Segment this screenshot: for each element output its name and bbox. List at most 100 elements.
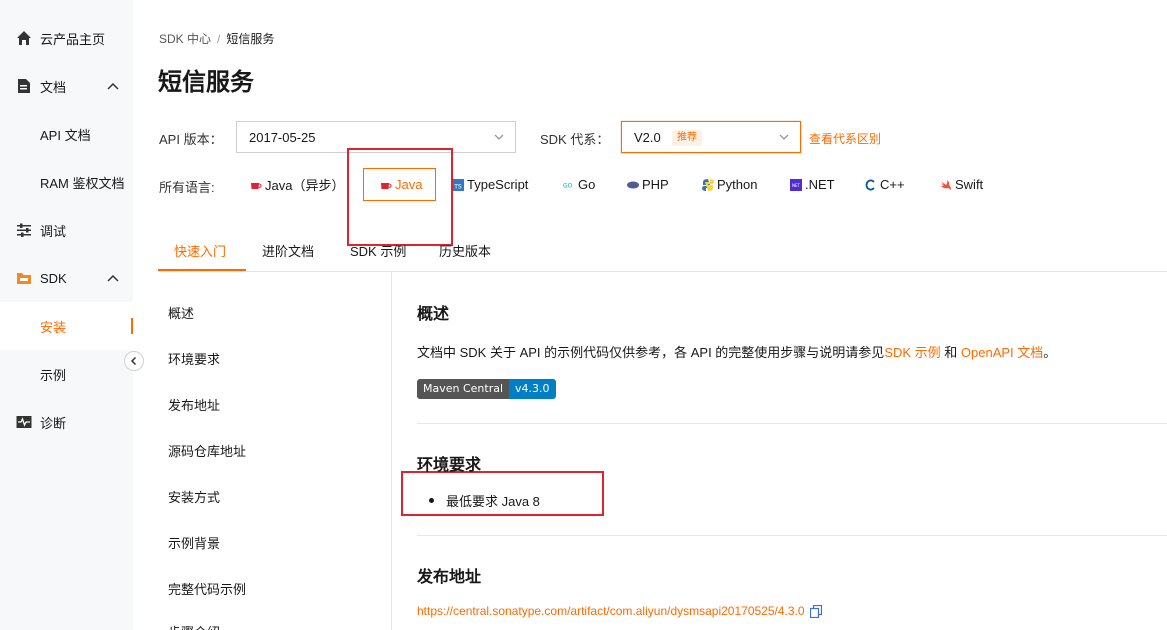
overview-text: 。	[1043, 345, 1057, 360]
lang-dotnet[interactable]: NET .NET	[790, 168, 835, 201]
toc-item[interactable]: 示例背景	[168, 533, 220, 552]
chevron-down-icon	[494, 134, 504, 140]
lang-go[interactable]: GO Go	[563, 168, 595, 201]
sidebar-item-label: 示例	[40, 367, 67, 383]
view-generation-diff-link[interactable]: 查看代系区别	[809, 130, 881, 147]
sidebar-item-label: 诊断	[40, 415, 67, 431]
badge-label: Maven Central	[417, 379, 510, 399]
tab-history-versions[interactable]: 历史版本	[439, 241, 491, 260]
languages-label: 所有语言:	[159, 180, 215, 195]
lang-label: C++	[880, 177, 905, 192]
breadcrumb-separator: /	[217, 32, 221, 46]
lang-label: Java（异步）	[265, 178, 345, 193]
lang-typescript[interactable]: TS TypeScript	[452, 168, 528, 201]
breadcrumb: SDK 中心 / 短信服务	[159, 30, 274, 47]
toc-item[interactable]: 概述	[168, 303, 194, 322]
openapi-docs-link[interactable]: OpenAPI 文档	[961, 345, 1043, 360]
swift-icon	[940, 179, 952, 191]
table-of-contents: 概述 环境要求 发布地址 源码仓库地址 安装方式 示例背景 完整代码示例 步骤介…	[158, 272, 392, 630]
svg-text:NET: NET	[792, 183, 801, 188]
sidebar-item-label: RAM 鉴权文档	[40, 175, 125, 191]
php-icon	[627, 179, 639, 191]
tab-bar: 快速入门 进阶文档 SDK 示例 历史版本	[158, 232, 1167, 272]
lang-java-async[interactable]: Java（异步）	[250, 168, 344, 201]
toc-item[interactable]: 步骤介绍	[168, 622, 220, 630]
sdk-generation-select[interactable]: V2.0 推荐	[621, 121, 801, 153]
svg-text:TS: TS	[453, 183, 462, 190]
sliders-icon	[15, 221, 33, 239]
sidebar-item-label: 文档	[40, 79, 67, 95]
overview-heading: 概述	[417, 306, 450, 323]
chevron-up-icon[interactable]	[106, 271, 120, 285]
tab-sdk-examples[interactable]: SDK 示例	[350, 241, 406, 260]
lang-python[interactable]: Python	[702, 168, 757, 201]
bullet-dot	[429, 498, 434, 503]
sidebar: 云产品主页 文档 API 文档 RAM 鉴权文档 调试 SDK 安装 示例 诊断	[0, 0, 133, 630]
breadcrumb-current: 短信服务	[226, 32, 275, 46]
sidebar-item-sdk[interactable]: SDK	[0, 254, 133, 302]
sdk-generation-value: V2.0	[634, 129, 661, 145]
python-icon	[702, 178, 714, 191]
env-heading: 环境要求	[417, 457, 482, 474]
sidebar-item-debug[interactable]: 调试	[0, 206, 133, 254]
lang-label: PHP	[642, 177, 669, 192]
chevron-down-icon	[779, 134, 789, 140]
overview-text: 文档中 SDK 关于 API 的示例代码仅供参考，各 API 的完整使用步骤与说…	[417, 345, 885, 360]
lang-label: TypeScript	[467, 177, 529, 192]
lang-php[interactable]: PHP	[627, 168, 669, 201]
sdk-examples-link[interactable]: SDK 示例	[884, 345, 940, 360]
sdk-folder-icon	[15, 269, 33, 287]
chevron-left-icon	[130, 356, 137, 366]
sidebar-item-label: 调试	[40, 223, 67, 239]
sidebar-item-label: SDK	[40, 270, 67, 286]
release-url-link[interactable]: https://central.sonatype.com/artifact/co…	[417, 604, 805, 618]
sdk-generation-label: SDK 代系：	[540, 132, 610, 147]
toc-item[interactable]: 完整代码示例	[168, 579, 246, 598]
api-version-value: 2017-05-25	[249, 129, 316, 145]
sidebar-item-label: 云产品主页	[40, 31, 106, 47]
release-url-row: https://central.sonatype.com/artifact/co…	[417, 604, 822, 618]
dotnet-icon: NET	[790, 178, 802, 191]
chevron-up-icon[interactable]	[106, 79, 120, 93]
sidebar-item-home[interactable]: 云产品主页	[0, 14, 133, 62]
list-item: 最低要求 Java 8	[429, 491, 540, 510]
lang-cpp[interactable]: C++	[865, 168, 905, 201]
section-divider	[417, 423, 1167, 424]
tab-advanced-docs[interactable]: 进阶文档	[262, 241, 314, 260]
cpp-icon	[865, 179, 877, 191]
sidebar-item-api-docs[interactable]: API 文档	[0, 110, 133, 158]
badge-version: v4.3.0	[509, 379, 556, 399]
sidebar-item-examples[interactable]: 示例	[0, 350, 133, 398]
sidebar-item-docs[interactable]: 文档	[0, 62, 133, 110]
sidebar-item-install[interactable]: 安装	[0, 302, 133, 350]
env-requirement-text: 最低要求 Java 8	[446, 494, 540, 509]
maven-central-badge[interactable]: Maven Central v4.3.0	[417, 379, 556, 399]
collapse-sidebar-button[interactable]	[124, 351, 144, 371]
breadcrumb-root-link[interactable]: SDK 中心	[159, 32, 211, 46]
release-heading: 发布地址	[417, 569, 482, 586]
toc-item[interactable]: 环境要求	[168, 349, 220, 368]
sidebar-item-label: API 文档	[40, 127, 91, 143]
active-tab-underline	[158, 269, 246, 271]
toc-item[interactable]: 源码仓库地址	[168, 441, 246, 460]
svg-text:GO: GO	[563, 182, 573, 188]
pulse-icon	[15, 413, 33, 431]
tab-quick-start[interactable]: 快速入门	[174, 241, 226, 260]
java-cup-icon	[250, 179, 262, 191]
toc-item[interactable]: 发布地址	[168, 395, 220, 414]
home-icon	[15, 29, 33, 47]
lang-swift[interactable]: Swift	[940, 168, 983, 201]
sidebar-item-diagnose[interactable]: 诊断	[0, 398, 133, 446]
sidebar-item-label: 安装	[40, 319, 67, 335]
page-title: 短信服务	[158, 69, 254, 96]
typescript-icon: TS	[452, 178, 464, 191]
toc-item[interactable]: 安装方式	[168, 487, 220, 506]
api-version-label: API 版本：	[159, 132, 223, 147]
lang-label: .NET	[805, 177, 835, 192]
sidebar-item-ram-docs[interactable]: RAM 鉴权文档	[0, 158, 133, 206]
section-divider	[417, 535, 1167, 536]
lang-label: Python	[717, 177, 758, 192]
document-icon	[15, 77, 33, 95]
lang-label: Swift	[955, 177, 984, 192]
copy-icon[interactable]	[809, 604, 822, 618]
